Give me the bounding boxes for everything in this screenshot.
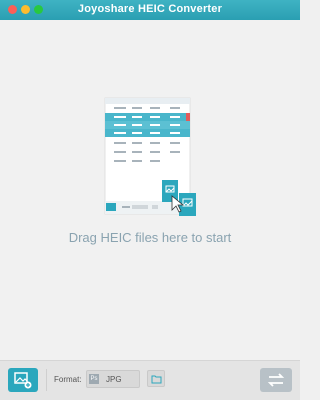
convert-button[interactable] [260,368,292,392]
drop-hint: Drag HEIC files here to start [68,230,232,245]
output-folder-button[interactable] [147,370,165,387]
drop-zone[interactable]: Drag HEIC files here to start [0,20,300,360]
file-list-with-images-icon [104,97,196,216]
add-files-button[interactable] [8,368,38,392]
format-file-icon: Ps [89,374,99,384]
format-value: JPG [106,375,122,384]
window-title: Joyoshare HEIC Converter [77,3,223,15]
title-bar: Joyoshare HEIC Converter [0,0,300,20]
folder-icon [151,375,162,384]
format-select[interactable]: Ps JPG [86,370,140,388]
add-image-icon [14,372,32,389]
bottom-toolbar: Format: Ps JPG [0,360,300,400]
format-label: Format: [54,375,82,384]
convert-icon [267,373,285,387]
toolbar-divider [46,369,47,391]
